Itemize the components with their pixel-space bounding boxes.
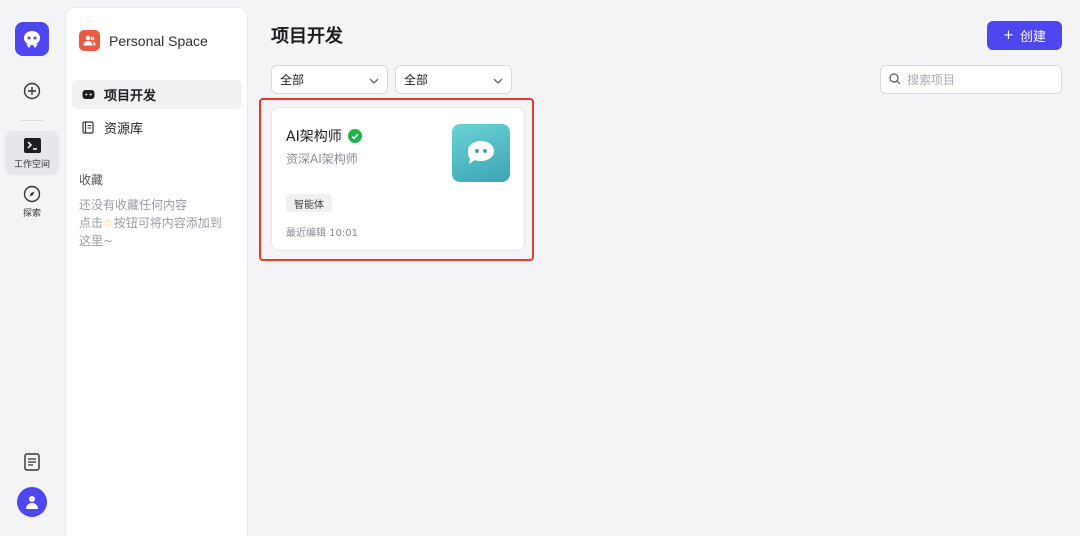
favorites-empty-line: 还没有收藏任何内容	[79, 198, 188, 212]
create-button[interactable]: + 创建	[987, 21, 1062, 50]
favorites-title: 收藏	[79, 173, 104, 187]
rail-divider	[20, 120, 44, 121]
chevron-down-icon	[369, 73, 379, 87]
sidebar-item-label: 项目开发	[104, 89, 157, 104]
add-icon[interactable]	[18, 77, 46, 105]
select-value: 全部	[404, 73, 429, 87]
compass-icon	[23, 185, 41, 203]
left-rail: 工作空间 探索	[0, 0, 64, 536]
type-filter-select[interactable]: 全部	[271, 65, 388, 94]
favorites-empty-fragment: 点击	[79, 216, 104, 230]
bot-icon	[81, 88, 95, 102]
search-icon	[889, 70, 901, 89]
select-value: 全部	[280, 73, 305, 87]
workspace-sidebar: Personal Space 项目开发 资源库 收藏 还没有收藏任何内容 点击☆…	[65, 7, 248, 536]
document-icon[interactable]	[18, 448, 46, 476]
favorites-empty-fragment: 按钮可将内容添加到	[113, 216, 222, 230]
rail-nav-explore[interactable]: 探索	[5, 180, 59, 224]
star-icon: ☆	[103, 216, 114, 230]
favorites-empty-text: 还没有收藏任何内容 点击☆按钮可将内容添加到 这里~	[79, 196, 239, 250]
library-icon	[81, 121, 95, 135]
card-title-text: AI架构师	[286, 129, 342, 145]
verified-icon	[347, 129, 362, 143]
rail-nav-label: 探索	[22, 209, 41, 219]
sidebar-item-library[interactable]: 资源库	[72, 113, 242, 142]
people-icon	[79, 30, 100, 51]
rail-nav-workspace[interactable]: 工作空间	[5, 131, 59, 175]
status-filter-select[interactable]: 全部	[395, 65, 512, 94]
favorites-empty-line: 这里~	[79, 234, 114, 248]
space-switcher[interactable]: Personal Space	[79, 30, 208, 51]
chevron-down-icon	[493, 73, 503, 87]
terminal-icon	[23, 136, 41, 154]
rail-nav-label: 工作空间	[13, 160, 50, 170]
project-card[interactable]: AI架构师 资深AI架构师 智能体 最近编辑 10:01	[271, 107, 525, 251]
chat-bubble-icon	[452, 124, 510, 182]
space-name: Personal Space	[109, 32, 208, 49]
app-logo-icon[interactable]	[15, 22, 49, 56]
card-description: 资深AI架构师	[286, 152, 358, 166]
sidebar-item-projects[interactable]: 项目开发	[72, 80, 242, 109]
page-title: 项目开发	[271, 26, 343, 47]
sidebar-item-label: 资源库	[104, 122, 144, 137]
search-box[interactable]	[880, 65, 1062, 94]
plus-icon: +	[1003, 28, 1014, 43]
card-edited-time: 最近编辑 10:01	[286, 228, 358, 239]
card-title: AI架构师	[286, 126, 362, 146]
avatar[interactable]	[17, 487, 47, 517]
search-input[interactable]	[907, 72, 1047, 87]
create-button-label: 创建	[1019, 30, 1046, 45]
agent-type-tag: 智能体	[286, 194, 332, 212]
favorites-empty-line: 点击☆按钮可将内容添加到	[79, 214, 239, 232]
